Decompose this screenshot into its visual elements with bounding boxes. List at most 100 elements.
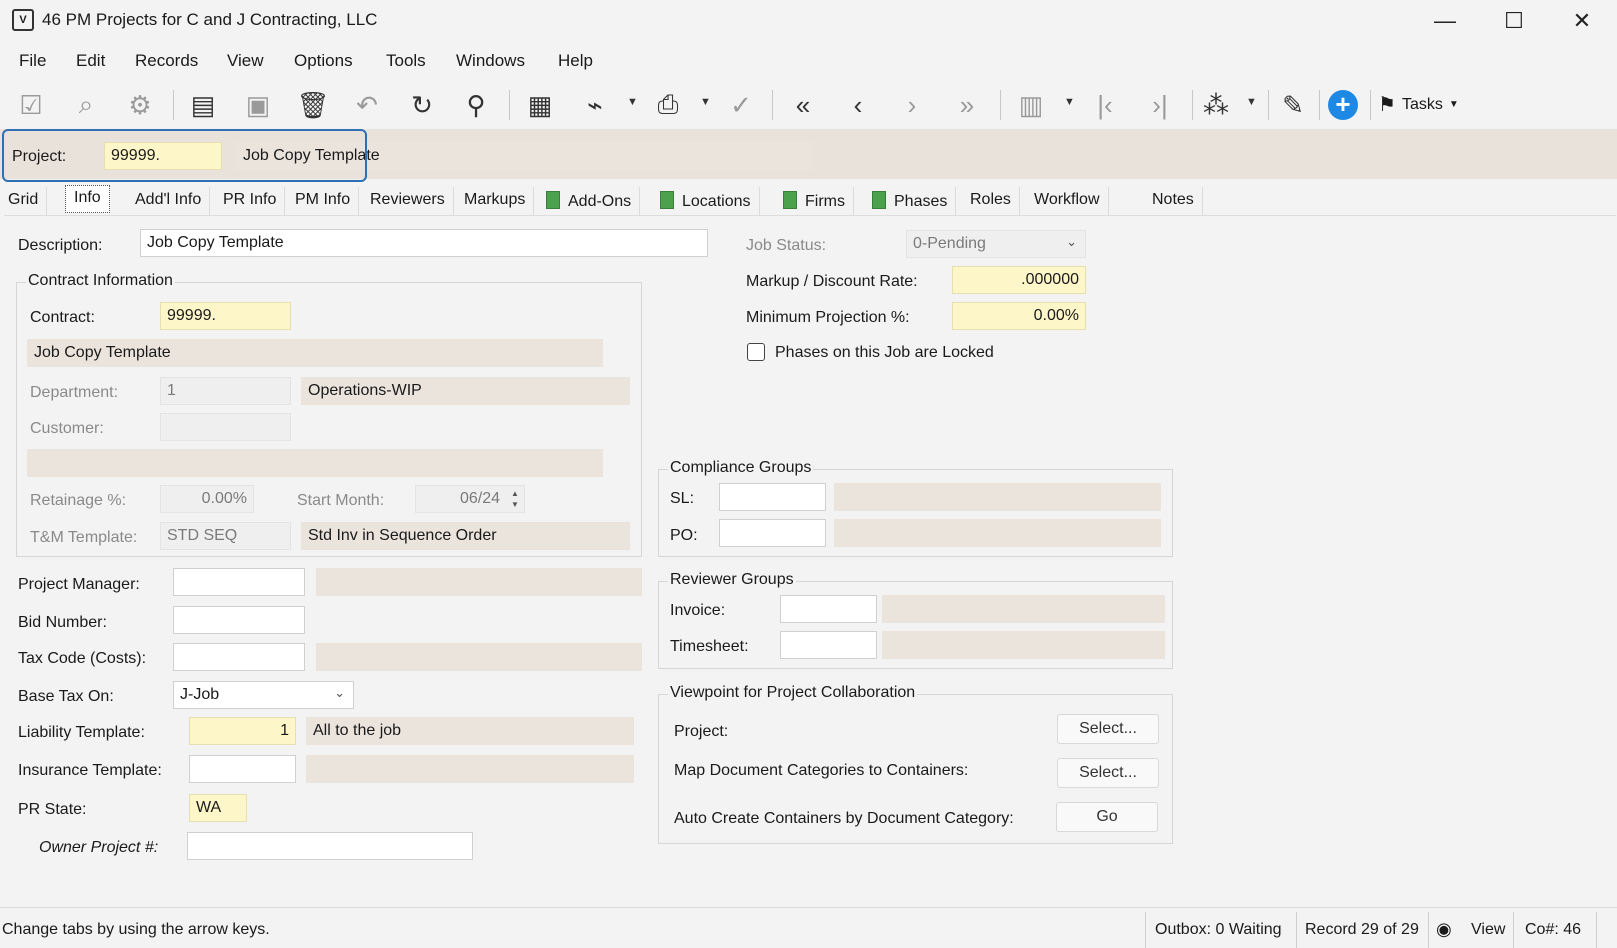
bid-number-field[interactable]: [173, 606, 305, 634]
project-manager-field[interactable]: [173, 568, 305, 596]
sl-field[interactable]: [719, 483, 826, 511]
auto-create-label: Auto Create Containers by Document Categ…: [674, 810, 1014, 827]
tab-notes[interactable]: Notes: [1144, 187, 1203, 215]
view-mode[interactable]: View: [1471, 921, 1505, 939]
grid-apps-icon[interactable]: ▦: [523, 88, 557, 122]
spellcheck-icon[interactable]: ✓: [724, 88, 758, 122]
owner-project-label: Owner Project #:: [39, 839, 159, 856]
print-icon[interactable]: ⎙: [651, 88, 685, 122]
binoculars-icon[interactable]: ⌕: [69, 88, 103, 122]
save-icon[interactable]: ▣: [241, 88, 275, 122]
menu-file[interactable]: File: [19, 51, 46, 71]
menu-options[interactable]: Options: [294, 51, 353, 71]
tasks-menu-button[interactable]: ⚑ Tasks ▼: [1378, 92, 1459, 117]
insurance-template-description-field: [306, 755, 634, 783]
tab-pr-info[interactable]: PR Info: [215, 187, 286, 215]
next-record-icon[interactable]: ›: [895, 88, 929, 122]
contract-information-title: Contract Information: [26, 272, 175, 290]
phases-locked-checkbox[interactable]: [747, 343, 765, 361]
tax-code-field[interactable]: [173, 643, 305, 671]
app-icon: V: [12, 9, 34, 31]
users-dropdown-icon[interactable]: ▼: [1246, 96, 1257, 108]
tab-pm-info[interactable]: PM Info: [287, 187, 360, 215]
undo-icon[interactable]: ↶: [350, 88, 384, 122]
po-description-field: [834, 519, 1161, 547]
markup-field[interactable]: .000000: [952, 266, 1086, 294]
tasks-dropdown-icon: ▼: [1448, 99, 1459, 110]
liability-template-field[interactable]: 1: [189, 717, 296, 745]
flag-icon: ⚑: [1378, 94, 1396, 116]
eye-icon: ◉: [1436, 919, 1452, 939]
tab-phases[interactable]: Phases: [864, 187, 957, 215]
attachment-dropdown-icon[interactable]: ▼: [627, 96, 638, 108]
tm-template-label: T&M Template:: [30, 529, 138, 546]
minimize-icon[interactable]: —: [1415, 4, 1475, 38]
chevron-down-icon: ⌄: [1066, 234, 1077, 249]
po-field[interactable]: [719, 519, 826, 547]
po-label: PO:: [670, 527, 698, 544]
signature-pen-icon[interactable]: ✎: [1276, 88, 1310, 122]
job-status-select[interactable]: 0-Pending ⌄: [906, 230, 1086, 258]
menu-edit[interactable]: Edit: [76, 51, 105, 71]
last-item-icon[interactable]: ›|: [1143, 88, 1177, 122]
menu-help[interactable]: Help: [558, 51, 593, 71]
tab-workflow[interactable]: Workflow: [1026, 187, 1109, 215]
menu-tools[interactable]: Tools: [386, 51, 426, 71]
spinner-icon: ▲ ▼: [511, 489, 519, 509]
insurance-template-field[interactable]: [189, 755, 296, 783]
print-dropdown-icon[interactable]: ▼: [700, 96, 711, 108]
close-icon[interactable]: ✕: [1552, 4, 1612, 38]
table-view-dropdown-icon[interactable]: ▼: [1064, 96, 1075, 108]
tab-locations[interactable]: Locations: [652, 187, 760, 215]
outbox-status: Outbox: 0 Waiting: [1155, 921, 1282, 938]
department-description-field: Operations-WIP: [301, 377, 630, 405]
locations-tab-icon: [660, 191, 674, 209]
table-view-icon[interactable]: ▥: [1014, 88, 1048, 122]
refresh-icon[interactable]: ↻: [405, 88, 439, 122]
first-item-icon[interactable]: |‹: [1088, 88, 1122, 122]
tab-add-ons[interactable]: Add-Ons: [538, 187, 641, 215]
pr-state-field[interactable]: WA: [189, 794, 247, 822]
first-record-icon[interactable]: «: [786, 88, 820, 122]
collaboration-title: Viewpoint for Project Collaboration: [668, 684, 918, 702]
delete-icon[interactable]: 🗑: [296, 88, 330, 122]
contract-field[interactable]: 99999.: [160, 302, 291, 330]
description-field[interactable]: Job Copy Template: [140, 229, 708, 257]
tab-roles[interactable]: Roles: [962, 187, 1020, 215]
menu-windows[interactable]: Windows: [456, 51, 525, 71]
search-icon[interactable]: ⚲: [459, 88, 493, 122]
menu-records[interactable]: Records: [135, 51, 198, 71]
contract-description-field: Job Copy Template: [27, 339, 603, 367]
project-highlight-box: [2, 129, 367, 182]
menu-view[interactable]: View: [227, 51, 264, 71]
timesheet-field[interactable]: [780, 631, 877, 659]
tab-reviewers[interactable]: Reviewers: [362, 187, 454, 215]
collab-project-select-button[interactable]: Select...: [1057, 714, 1159, 744]
owner-project-field[interactable]: [187, 832, 473, 860]
last-record-icon[interactable]: »: [950, 88, 984, 122]
previous-record-icon[interactable]: ‹: [841, 88, 875, 122]
base-tax-select[interactable]: J-Job ⌄: [173, 681, 354, 709]
menu-bar: File Edit Records View Options Tools Win…: [0, 44, 1617, 76]
new-document-icon[interactable]: ▤: [186, 88, 220, 122]
add-plus-icon[interactable]: +: [1326, 88, 1360, 122]
map-categories-select-button[interactable]: Select...: [1057, 758, 1159, 788]
phases-tab-icon: [872, 191, 886, 209]
toolbar: ☑ ⌕ ⚙ ▤ ▣ 🗑 ↶ ↻ ⚲ ▦ ⌁ ▼ ⎙ ▼ ✓ « ‹ › » ▥ …: [0, 82, 1617, 128]
invoice-field[interactable]: [780, 595, 877, 623]
settings-gear-icon[interactable]: ⚙: [123, 88, 157, 122]
tab-info[interactable]: Info: [65, 185, 110, 213]
tab-firms[interactable]: Firms: [775, 187, 854, 215]
tab-addl-info[interactable]: Add'l Info: [127, 187, 211, 215]
project-manager-label: Project Manager:: [18, 576, 140, 593]
tab-markups[interactable]: Markups: [456, 187, 535, 215]
tab-grid[interactable]: Grid: [0, 187, 48, 215]
invoice-label: Invoice:: [670, 602, 726, 619]
approve-icon[interactable]: ☑: [14, 88, 48, 122]
auto-create-go-button[interactable]: Go: [1056, 802, 1158, 832]
map-categories-label: Map Document Categories to Containers:: [674, 762, 969, 779]
maximize-icon[interactable]: ☐: [1484, 4, 1544, 38]
min-projection-field[interactable]: 0.00%: [952, 302, 1086, 330]
attachment-icon[interactable]: ⌁: [578, 88, 612, 122]
users-group-icon[interactable]: ⁂: [1199, 88, 1233, 122]
